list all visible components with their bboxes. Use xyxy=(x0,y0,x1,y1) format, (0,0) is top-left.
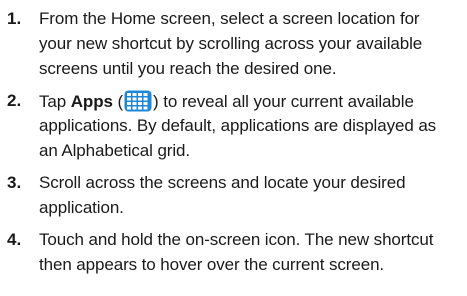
step-text-prefix: Tap xyxy=(39,92,71,111)
step-number: 2. xyxy=(7,91,22,110)
step-text-line: Touch and hold the on-screen icon. The n… xyxy=(39,230,434,249)
apps-label: Apps xyxy=(70,92,113,111)
step-number: 4. xyxy=(7,230,22,249)
step-number: 3. xyxy=(7,173,22,192)
step-text-line: your new shortcut by scrolling across yo… xyxy=(39,34,423,53)
instruction-steps: 1. From the Home screen, select a screen… xyxy=(0,0,467,296)
step-text-line: Tap Apps ( ) to reveal all your current … xyxy=(39,90,414,113)
step-text-line: Scroll across the screens and locate you… xyxy=(39,173,406,192)
step-text-line: screens until you reach the desired one. xyxy=(39,59,337,78)
step-text-line: applications. By default, applications a… xyxy=(39,116,437,135)
step-text-line: application. xyxy=(39,198,124,217)
step-text-suffix: ) to reveal all your current available xyxy=(153,92,414,111)
step-text-line: then appears to hover over the current s… xyxy=(39,255,385,274)
apps-grid-icon xyxy=(124,90,152,112)
step-text-line: an Alphabetical grid. xyxy=(39,141,191,160)
step-text-line: From the Home screen, select a screen lo… xyxy=(39,9,420,28)
step-number: 1. xyxy=(7,9,22,28)
step-text-paren: ( xyxy=(112,92,124,111)
